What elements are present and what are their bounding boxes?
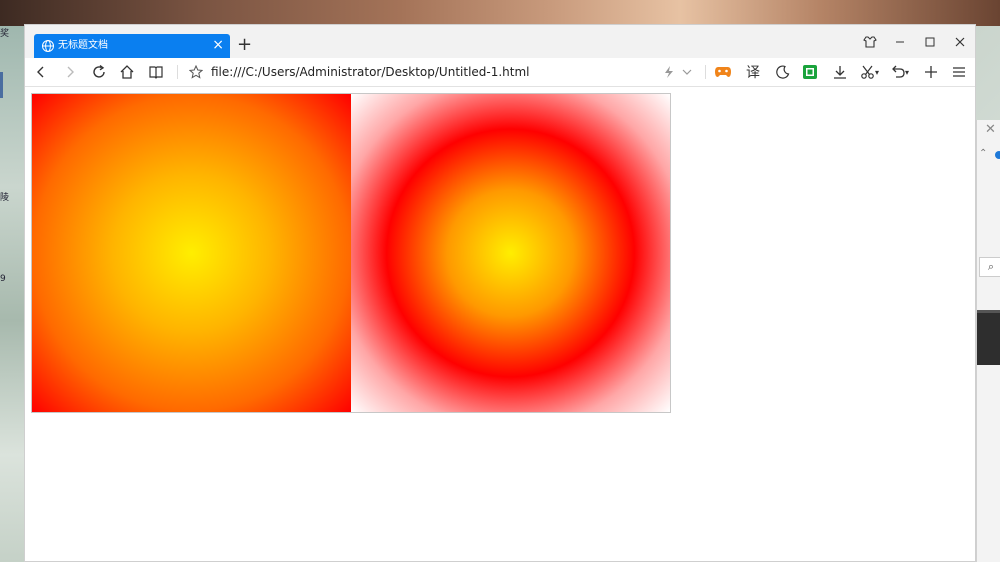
desktop-label: 9 — [0, 274, 6, 284]
reload-icon[interactable] — [87, 58, 111, 86]
screenshot-icon[interactable] — [798, 58, 822, 86]
shirt-icon[interactable] — [855, 25, 885, 58]
home-icon[interactable] — [115, 58, 139, 86]
moon-icon[interactable] — [771, 58, 795, 86]
close-icon[interactable]: ✕ — [985, 122, 996, 137]
desktop-selection-marker — [0, 72, 3, 98]
gamepad-icon[interactable] — [711, 58, 735, 86]
forward-icon[interactable] — [58, 58, 82, 86]
chevron-down-icon[interactable]: ▾ — [872, 58, 882, 86]
gradient-demo-frame — [31, 93, 671, 413]
maximize-icon[interactable] — [915, 25, 945, 58]
navigation-toolbar: file:///C:/Users/Administrator/Desktop/U… — [25, 58, 975, 87]
desktop-label: 陵 — [0, 193, 10, 203]
chevron-down-icon[interactable]: ▾ — [902, 58, 912, 86]
chevron-down-icon[interactable] — [675, 58, 699, 86]
back-icon[interactable] — [29, 58, 53, 86]
title-bar: 无标题文档 × + — [25, 25, 975, 58]
background-window: ✕ ⌃ ⌕ — [976, 120, 1000, 562]
browser-window: 无标题文档 × + file:///C:/Users/Administrator… — [24, 24, 976, 562]
toolbar-divider — [705, 65, 706, 79]
chevron-up-icon[interactable]: ⌃ — [979, 148, 987, 159]
background-panel — [977, 310, 1000, 365]
info-badge — [995, 151, 1000, 159]
menu-icon[interactable] — [947, 58, 971, 86]
plus-icon[interactable]: + — [237, 34, 252, 56]
plus-icon[interactable] — [919, 58, 943, 86]
address-bar[interactable]: file:///C:/Users/Administrator/Desktop/U… — [211, 58, 530, 86]
desktop-wallpaper-left: 奖 陵 9 — [0, 26, 24, 562]
page-content — [25, 87, 975, 561]
tab-active[interactable]: 无标题文档 × — [34, 34, 230, 58]
radial-gradient-square — [32, 94, 351, 412]
reader-icon[interactable] — [144, 58, 168, 86]
desktop-label: 奖 — [0, 29, 10, 39]
translate-button[interactable]: 译 — [741, 58, 765, 86]
radial-gradient-circle — [351, 94, 670, 412]
tab-title: 无标题文档 — [58, 40, 108, 51]
close-icon[interactable]: × — [212, 37, 224, 53]
desktop-wallpaper-top — [0, 0, 1000, 26]
star-icon[interactable] — [184, 58, 208, 86]
minimize-icon[interactable] — [885, 25, 915, 58]
globe-icon — [42, 40, 54, 52]
search-icon[interactable]: ⌕ — [979, 257, 1000, 277]
download-icon[interactable] — [828, 58, 852, 86]
close-window-icon[interactable] — [945, 25, 975, 58]
toolbar-divider — [177, 65, 178, 79]
